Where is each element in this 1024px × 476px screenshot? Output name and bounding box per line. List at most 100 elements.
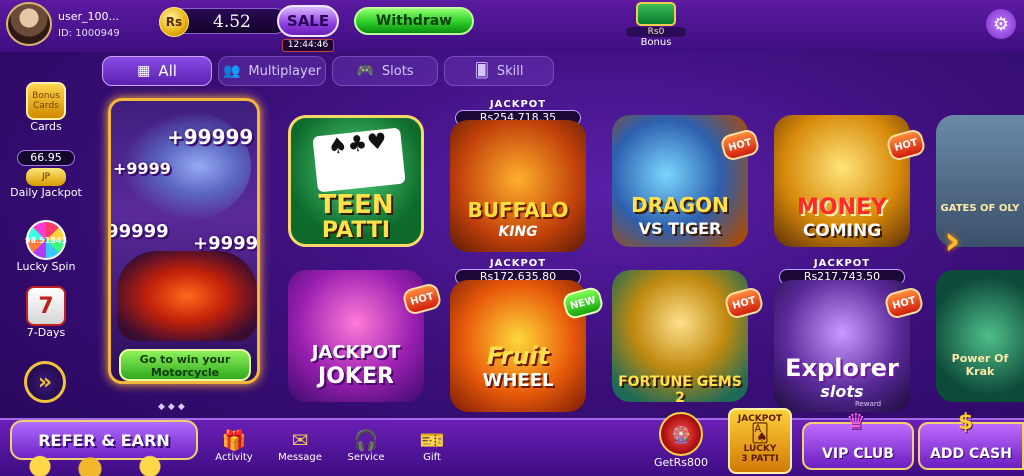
game-title: slots	[820, 382, 864, 401]
tab-multiplayer[interactable]: 👥 Multiplayer	[218, 56, 326, 86]
motorcycle-promo-card[interactable]: +99999 +9999 +99999 +99999 Go to win you…	[108, 98, 260, 384]
rail-label: Cards	[30, 120, 62, 133]
envelope-icon: ✉	[291, 428, 309, 452]
add-cash-button[interactable]: $ ADD CASH	[918, 410, 1024, 470]
motorcycle-illustration	[117, 251, 257, 341]
tab-label: Slots	[381, 63, 414, 79]
nav-label: Service	[347, 452, 385, 463]
bonus-amount: Rs0	[626, 27, 686, 37]
addcash-label: ADD CASH	[930, 446, 1012, 462]
game-title: Power Of Krak	[951, 352, 1009, 378]
grid-icon: ▦	[137, 63, 151, 79]
tab-label: Skill	[496, 63, 524, 79]
game-buffalo-king[interactable]: BUFFALO KING	[450, 120, 586, 252]
bonus-button[interactable]: Rs0 Bonus	[626, 2, 686, 50]
tab-label: Multiplayer	[248, 63, 322, 79]
user-id: ID: 1000949	[58, 28, 120, 39]
game-jackpot-joker[interactable]: JACKPOT JOKER	[288, 270, 424, 402]
gold-coins-decoration	[0, 452, 200, 476]
jackpot-ticket-icon: JP	[26, 168, 66, 186]
scroll-right-chevron-icon[interactable]: ›	[944, 218, 984, 264]
promo-amount: +99999	[108, 221, 169, 242]
playing-cards-icon: ♠♣♥	[312, 127, 406, 193]
tab-all[interactable]: ▦ All	[102, 56, 212, 86]
game-title: BUFFALO	[467, 198, 569, 222]
tab-skill[interactable]: 🂠 Skill	[444, 56, 554, 86]
playing-cards-icon: 🂡	[750, 423, 770, 444]
carousel-dots: ◆◆◆	[158, 402, 188, 412]
nav-service[interactable]: 🎧 Service	[338, 428, 394, 463]
avatar[interactable]	[6, 2, 52, 46]
game-power-of-kraken[interactable]: Power Of Krak	[936, 270, 1024, 402]
gift-card-icon: 🎫	[419, 428, 445, 452]
game-fortune-gems-2[interactable]: FORTUNE GEMS 2	[612, 270, 748, 402]
tab-label: All	[158, 62, 177, 80]
game-title: PATTI	[321, 218, 391, 243]
game-title: TEEN	[318, 190, 394, 220]
game-title: Explorer	[785, 354, 899, 382]
nav-label: Activity	[215, 452, 253, 463]
jackpot3-line2: LUCKY	[743, 444, 777, 454]
rail-label: Daily Jackpot	[10, 186, 82, 199]
sale-button[interactable]: SALE	[277, 5, 339, 37]
game-money-coming[interactable]: MONEY COMING	[774, 115, 910, 247]
balance-value: 4.52	[213, 12, 251, 32]
jackpot-3-patti-button[interactable]: JACKPOT 🂡 LUCKY 3 PATTI	[728, 408, 792, 474]
spin-wheel-icon: 98.51843	[25, 220, 67, 260]
app-screen: user_100... ID: 1000949 Rs 4.52 SALE 12:…	[0, 0, 1024, 476]
cash-stack-icon: $	[958, 410, 974, 435]
users-icon: 👥	[222, 63, 241, 79]
rail-7-days[interactable]: 7 7-Days	[18, 286, 74, 339]
win-motorcycle-button[interactable]: Go to win your Motorcycle	[119, 349, 251, 381]
nav-label: Gift	[423, 452, 441, 463]
user-name: user_100...	[58, 10, 119, 23]
promo-amount: +9999	[113, 159, 171, 178]
promo-button-line2: Motorcycle	[150, 366, 220, 379]
game-teen-patti[interactable]: ♠♣♥ TEEN PATTI	[288, 115, 424, 247]
promo-amount: +99999	[167, 125, 254, 149]
gamepad-icon: 🎮	[356, 63, 374, 79]
reward-note: Reward	[855, 400, 882, 408]
sale-timer: 12:44:46	[282, 39, 334, 52]
rail-label: 7-Days	[26, 326, 66, 339]
cards-icon: 🂠	[474, 63, 489, 79]
withdraw-button[interactable]: Withdraw	[354, 7, 474, 35]
rail-lucky-spin[interactable]: 98.51843 Lucky Spin	[12, 220, 80, 273]
game-title: JACKPOT	[311, 342, 401, 363]
lucky-wheel-icon: 🎡	[659, 412, 703, 456]
rail-daily-jackpot[interactable]: 66.95 JP Daily Jackpot	[8, 150, 84, 199]
settings-gear-icon[interactable]: ⚙	[986, 9, 1016, 39]
game-title: JOKER	[318, 364, 394, 389]
getrs-label: GetRs800	[654, 456, 708, 469]
jackpot-label: JACKPOT	[489, 258, 547, 269]
jackpot-label: JACKPOT	[489, 99, 547, 110]
game-title: FORTUNE GEMS 2	[618, 374, 742, 402]
treasure-chest-icon	[636, 2, 676, 26]
game-title: Fruit	[486, 342, 550, 370]
nav-message[interactable]: ✉ Message	[272, 428, 328, 463]
balance-box[interactable]: Rs 4.52	[159, 7, 288, 37]
nav-label: Message	[278, 452, 322, 463]
get-rs800-button[interactable]: 🎡 GetRs800	[646, 412, 716, 469]
bonus-label: Bonus	[640, 37, 672, 48]
game-title: VS TIGER	[638, 219, 722, 238]
game-title: KING	[498, 224, 538, 240]
promo-amount: +99999	[193, 233, 259, 254]
vip-label: VIP CLUB	[822, 446, 894, 462]
game-title: MONEY	[797, 195, 887, 220]
game-title: GATES OF OLY	[940, 203, 1020, 214]
rail-cards[interactable]: Bonus Cards Cards	[18, 82, 74, 133]
cards-bonus-icon: Bonus Cards	[26, 82, 66, 120]
game-title: DRAGON	[631, 193, 729, 217]
jackpot3-line3: 3 PATTI	[741, 454, 779, 464]
nav-activity[interactable]: 🎁 Activity	[206, 428, 262, 463]
jackpot-label: JACKPOT	[813, 258, 871, 269]
nav-gift[interactable]: 🎫 Gift	[404, 428, 460, 463]
vip-club-button[interactable]: ♛ VIP CLUB	[802, 410, 914, 470]
double-chevron-right-icon[interactable]: »	[24, 361, 66, 403]
calendar-icon: 7	[26, 286, 66, 326]
promo-button-line1: Go to win your	[139, 353, 231, 366]
daily-jackpot-value: 66.95	[17, 150, 75, 166]
tab-slots[interactable]: 🎮 Slots	[332, 56, 438, 86]
gift-box-icon: 🎁	[221, 428, 247, 452]
